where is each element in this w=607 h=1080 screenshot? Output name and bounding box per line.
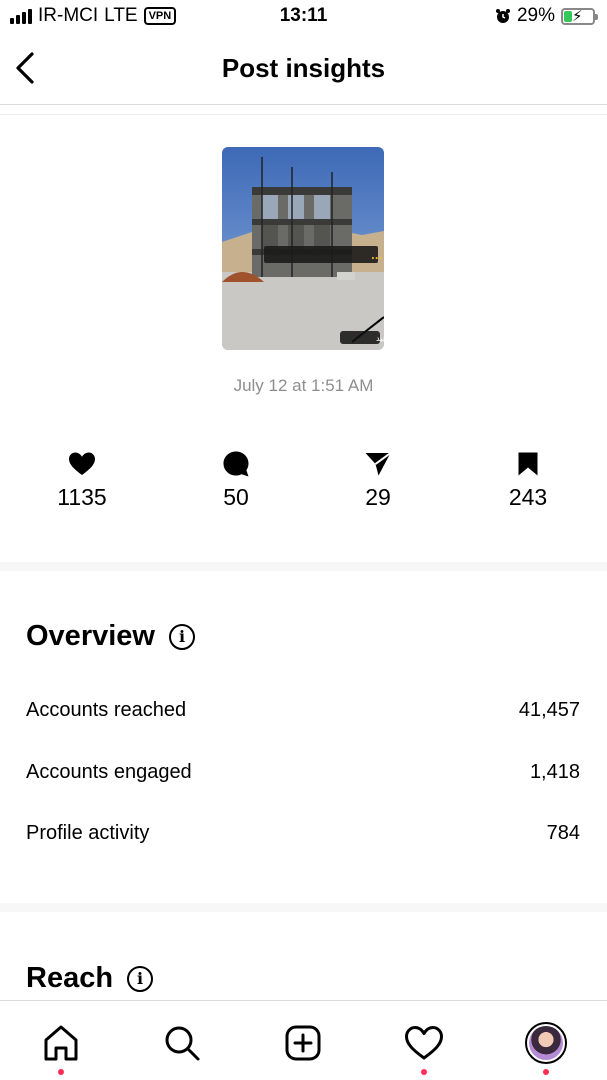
row-label: Accounts engaged	[26, 761, 192, 783]
heart-icon	[69, 452, 95, 475]
battery-percent: 29%	[516, 5, 555, 26]
row-value: 784	[546, 822, 580, 844]
post-stats: 1135 50 29 243	[0, 448, 607, 528]
nav-profile[interactable]	[524, 1021, 568, 1075]
saves-count: 243	[508, 484, 548, 510]
post-date: July 12 at 1:51 AM	[233, 376, 374, 395]
paper-plane-icon	[365, 452, 392, 476]
notification-dot	[543, 1069, 549, 1075]
search-icon	[165, 1026, 200, 1061]
reach-title: Reach	[26, 962, 114, 994]
row-value: 41,457	[518, 699, 580, 721]
post-thumbnail[interactable]: اینجا یه کارگاه ساختمانیه ... ورق بزنید	[222, 147, 384, 350]
nav-home[interactable]	[39, 1021, 83, 1075]
overview-row-engaged[interactable]: Accounts engaged 1,418	[26, 761, 580, 784]
shares-stat: 29	[318, 448, 438, 511]
bookmark-icon	[518, 452, 538, 476]
header-divider	[0, 104, 607, 105]
heart-outline-icon	[405, 1026, 443, 1060]
section-separator	[0, 903, 607, 912]
plus-square-icon	[285, 1025, 321, 1061]
nav-create[interactable]	[281, 1021, 325, 1065]
alarm-icon	[495, 9, 510, 23]
overview-row-profile-activity[interactable]: Profile activity 784	[26, 822, 580, 845]
info-icon[interactable]: i	[168, 623, 195, 650]
nav-search[interactable]	[160, 1021, 204, 1065]
row-label: Profile activity	[26, 822, 150, 844]
battery-icon: ⚡	[561, 7, 598, 25]
page-title: Post insights	[221, 53, 386, 83]
bottom-nav	[0, 1000, 607, 1080]
image-caption: اینجا یه کارگاه ساختمانیه ...	[371, 249, 384, 262]
avatar	[525, 1022, 567, 1064]
likes-stat: 1135	[22, 448, 142, 511]
overview-title: Overview	[26, 620, 155, 652]
info-icon[interactable]: i	[127, 965, 154, 992]
shares-count: 29	[365, 484, 391, 510]
reach-heading: Reach i	[26, 962, 154, 995]
home-icon	[44, 1025, 78, 1061]
row-label: Accounts reached	[26, 699, 187, 721]
nav-activity[interactable]	[402, 1021, 446, 1075]
top-bar: Post insights	[0, 36, 607, 104]
post-image: اینجا یه کارگاه ساختمانیه ... ورق بزنید	[222, 147, 384, 350]
status-right: 29% ⚡	[495, 5, 598, 27]
overview-row-reached[interactable]: Accounts reached 41,457	[26, 699, 580, 722]
section-separator	[0, 562, 607, 571]
row-value: 1,418	[529, 761, 580, 783]
comments-count: 50	[223, 484, 249, 510]
notification-dot	[58, 1069, 64, 1075]
comments-stat: 50	[176, 448, 296, 511]
comment-bubble-icon	[223, 451, 249, 477]
swipe-label: ورق بزنید	[376, 334, 384, 343]
notification-dot	[421, 1069, 427, 1075]
charging-bolt-icon: ⚡	[572, 7, 583, 25]
saves-stat: 243	[468, 448, 588, 511]
header-divider-secondary	[0, 114, 607, 115]
likes-count: 1135	[57, 484, 107, 510]
overview-heading: Overview i	[26, 620, 195, 653]
status-bar: IR-MCI LTE VPN 13:11 29% ⚡	[0, 0, 607, 36]
